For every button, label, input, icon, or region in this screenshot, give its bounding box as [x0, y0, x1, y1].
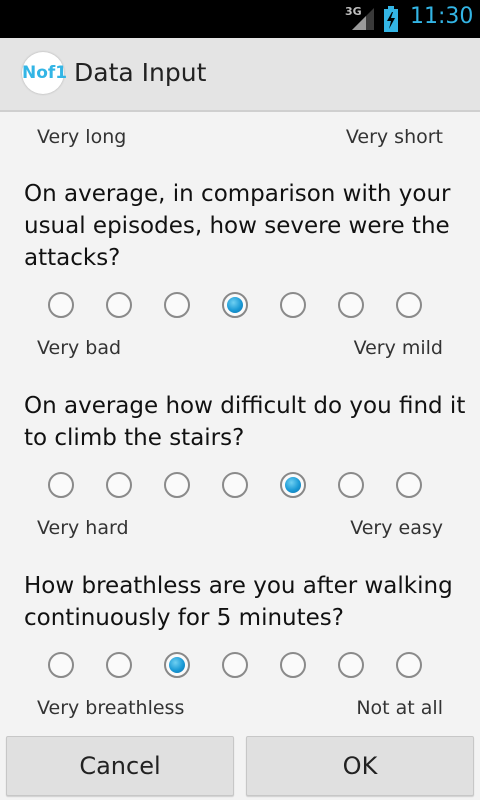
clock: 11:30: [410, 4, 474, 29]
scale-high-label: Very mild: [353, 337, 443, 359]
scale-low-label: Very long: [37, 126, 127, 148]
radio-option[interactable]: [338, 472, 364, 498]
scale-high-label: Very short: [345, 126, 443, 148]
radio-option[interactable]: [222, 652, 248, 678]
radio-option[interactable]: [48, 472, 74, 498]
radio-option[interactable]: [164, 472, 190, 498]
question-text: On average how difficult do you find it …: [24, 393, 466, 451]
radio-option[interactable]: [280, 292, 306, 318]
radio-option[interactable]: [106, 652, 132, 678]
radio-option-selected[interactable]: [280, 472, 306, 498]
radio-option[interactable]: [106, 292, 132, 318]
form-content[interactable]: Very long Very short On average, in comp…: [0, 112, 480, 732]
radio-option[interactable]: [106, 472, 132, 498]
ok-button[interactable]: OK: [246, 736, 474, 796]
radio-group: [0, 292, 480, 322]
radio-option[interactable]: [396, 472, 422, 498]
question-text: On average, in comparison with your usua…: [24, 181, 451, 271]
battery-charging-icon: [384, 6, 398, 32]
radio-group: [0, 652, 480, 682]
radio-option[interactable]: [396, 292, 422, 318]
page-title: Data Input: [74, 58, 207, 87]
radio-option[interactable]: [164, 292, 190, 318]
question-text: How breathless are you after walking con…: [24, 573, 453, 631]
scale-low-label: Very bad: [37, 337, 122, 359]
radio-option[interactable]: [48, 652, 74, 678]
scale-labels: Very hard Very easy: [0, 517, 480, 547]
action-bar: Nof1 Data Input: [0, 38, 480, 112]
scale-high-label: Not at all: [356, 697, 443, 719]
radio-option-selected[interactable]: [222, 292, 248, 318]
radio-option[interactable]: [338, 652, 364, 678]
scale-labels: Very bad Very mild: [0, 337, 480, 367]
signal-icon: [352, 8, 374, 30]
radio-option[interactable]: [338, 292, 364, 318]
cancel-button[interactable]: Cancel: [6, 736, 234, 796]
scale-labels: Very long Very short: [0, 126, 480, 156]
scale-low-label: Very hard: [37, 517, 129, 539]
scale-low-label: Very breathless: [37, 697, 185, 719]
status-bar: 3G 11:30: [0, 0, 480, 38]
app-logo[interactable]: Nof1: [22, 52, 67, 94]
radio-group: [0, 472, 480, 502]
radio-option[interactable]: [48, 292, 74, 318]
radio-option-selected[interactable]: [164, 652, 190, 678]
scale-labels: Very breathless Not at all: [0, 697, 480, 727]
button-bar: Cancel OK: [0, 732, 480, 800]
radio-option[interactable]: [396, 652, 422, 678]
screen: 3G 11:30 Nof1 Data Input Very long Very …: [0, 0, 480, 800]
radio-option[interactable]: [222, 472, 248, 498]
radio-option[interactable]: [280, 652, 306, 678]
scale-high-label: Very easy: [350, 517, 443, 539]
